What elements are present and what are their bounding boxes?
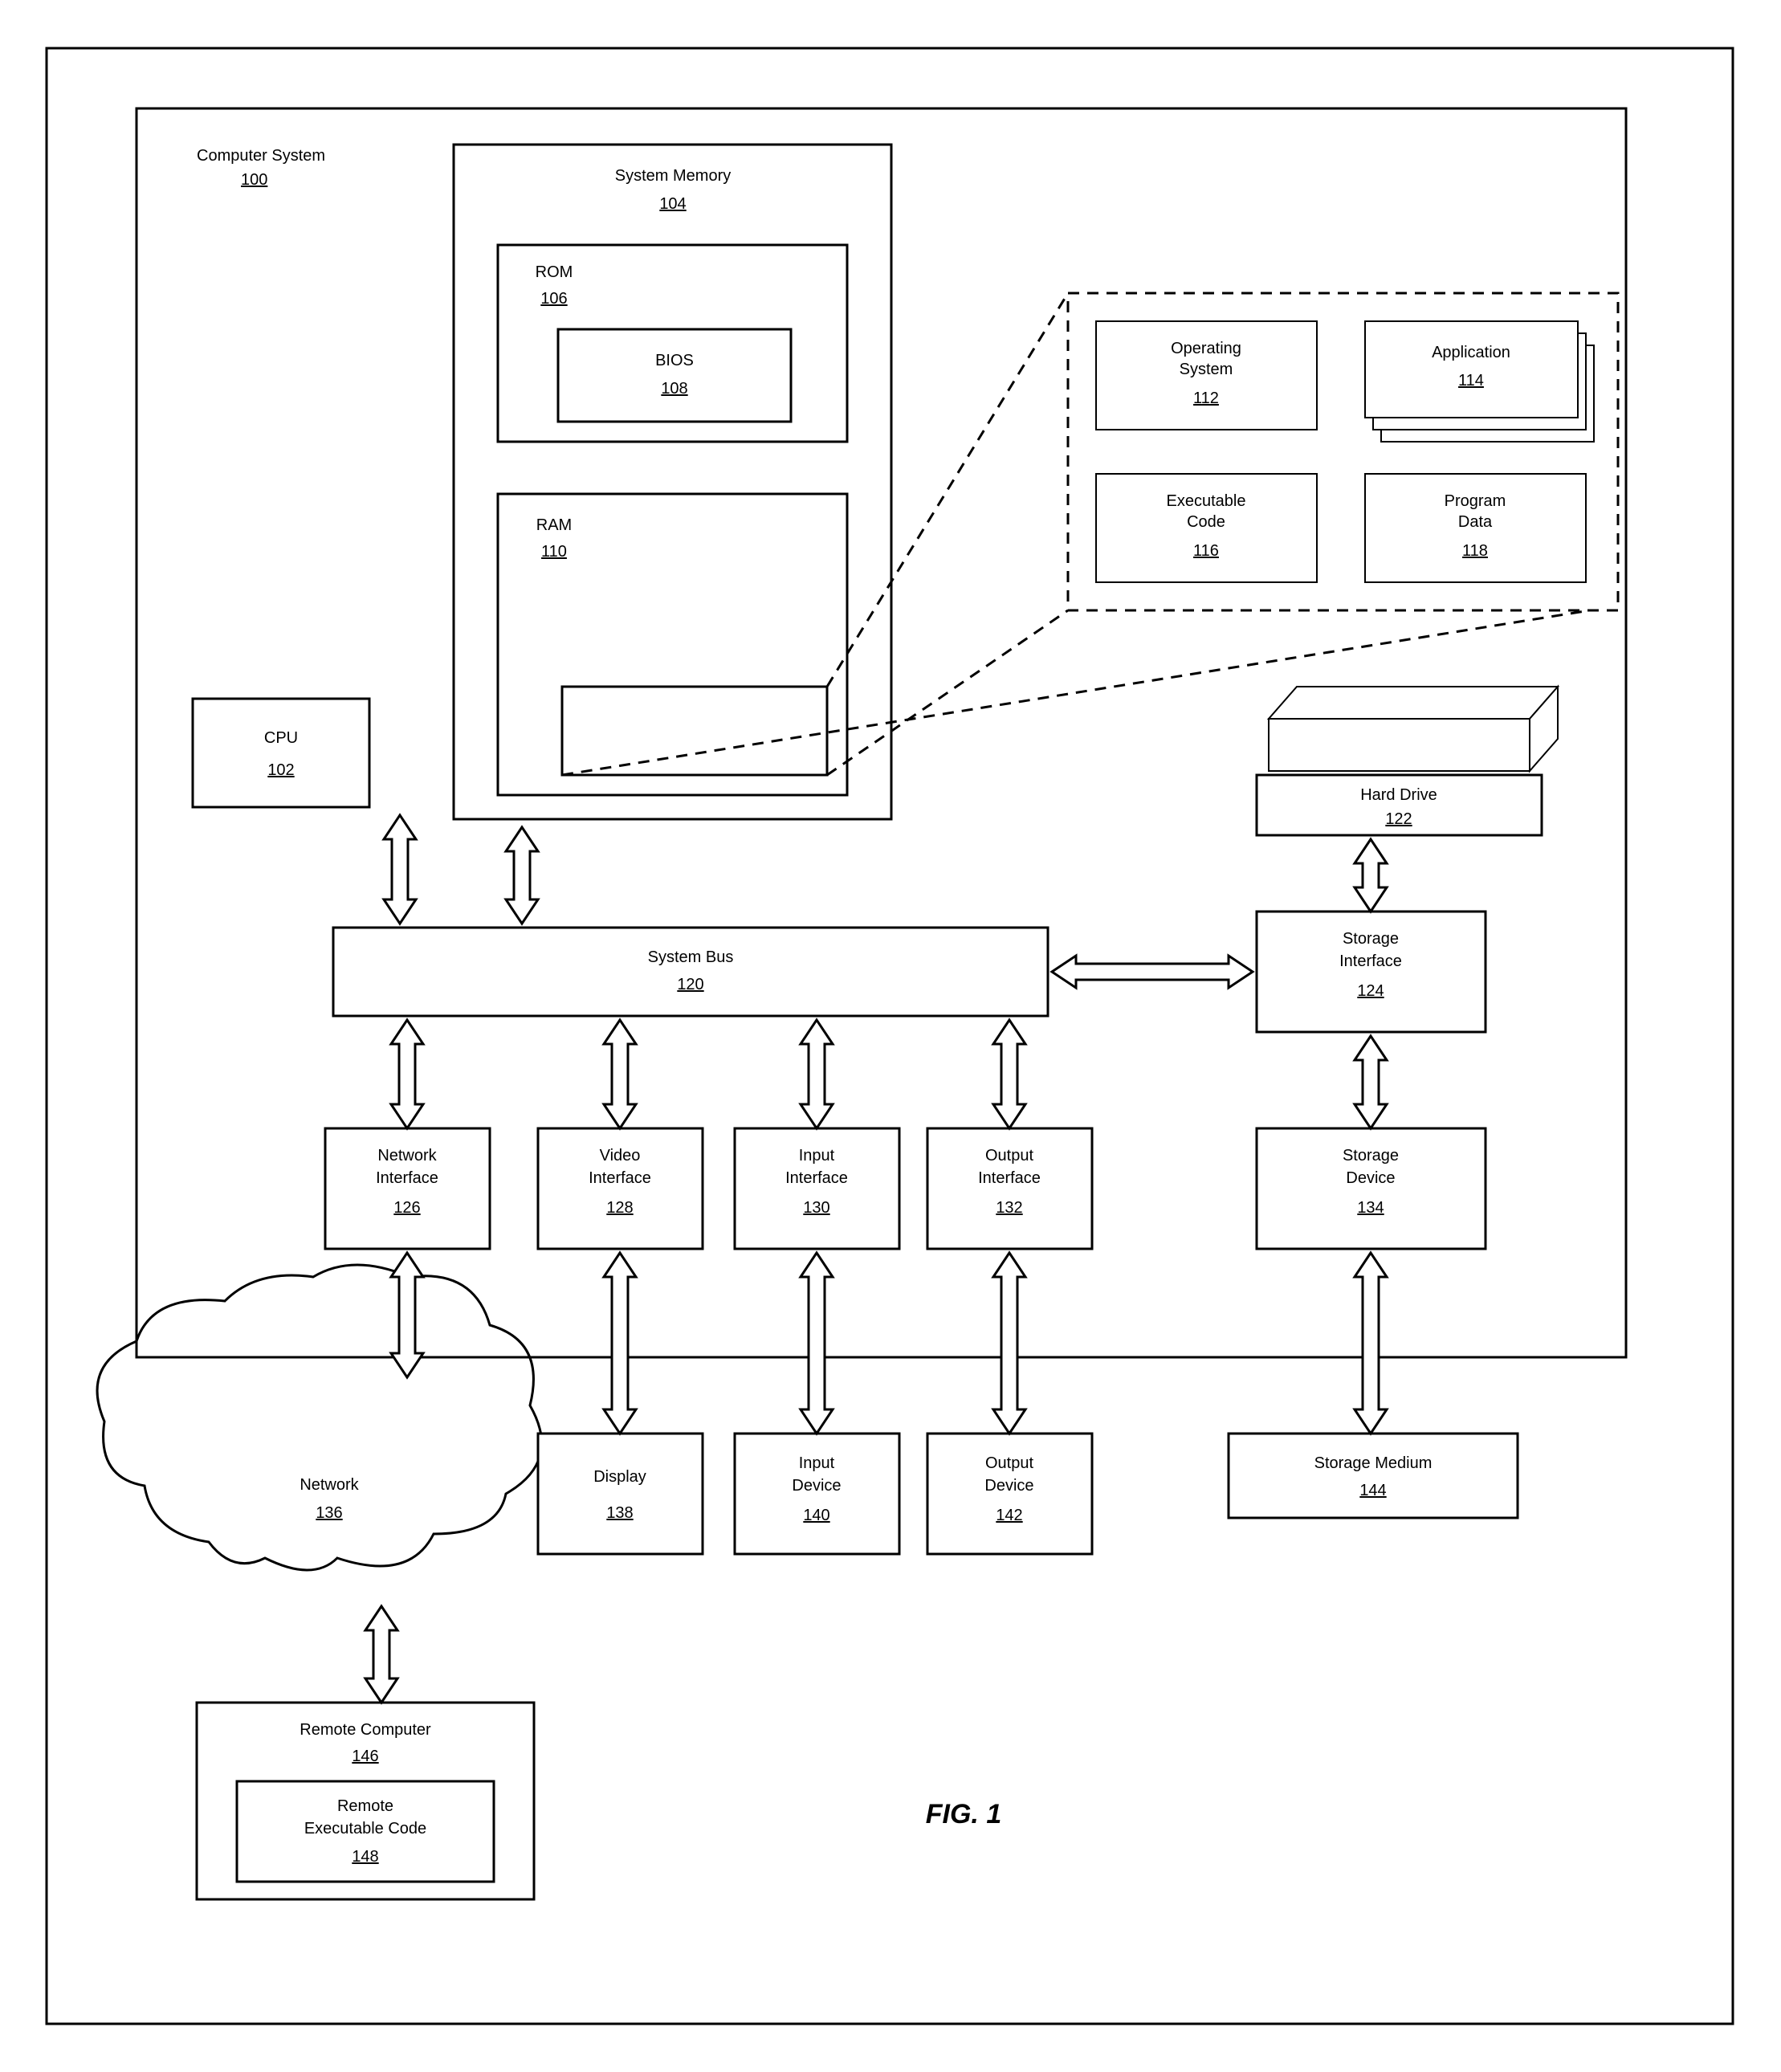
remote-computer-ref: 146 — [352, 1748, 378, 1765]
svg-text:Input: Input — [799, 1454, 835, 1472]
computer-system-ref: 100 — [241, 171, 267, 189]
svg-text:Interface: Interface — [589, 1169, 651, 1187]
system-memory-label: System Memory — [615, 167, 731, 185]
display-box — [538, 1434, 703, 1554]
display-label: Display — [593, 1468, 646, 1486]
operating-system-ref: 112 — [1193, 390, 1219, 407]
svg-text:Network: Network — [377, 1147, 437, 1164]
svg-text:Interface: Interface — [785, 1169, 848, 1187]
network-cloud-icon — [97, 1265, 542, 1570]
bios-label: BIOS — [655, 352, 694, 369]
program-data-label-1: Program — [1445, 492, 1506, 510]
program-data-ref: 118 — [1462, 542, 1488, 560]
svg-text:Executable Code: Executable Code — [304, 1820, 426, 1837]
storage-interface-label-2: Interface — [1339, 952, 1402, 970]
remote-computer-label: Remote Computer — [300, 1721, 431, 1739]
program-data-label-2: Data — [1458, 513, 1493, 531]
bios-ref: 108 — [661, 380, 687, 398]
svg-text:Input: Input — [799, 1147, 835, 1164]
rom-label: ROM — [536, 263, 573, 281]
system-bus-ref: 120 — [677, 976, 703, 993]
svg-text:Output: Output — [985, 1454, 1033, 1472]
application-ref: 114 — [1458, 372, 1484, 390]
cpu-box — [193, 699, 369, 807]
svg-text:Device: Device — [984, 1477, 1033, 1495]
svg-text:Interface: Interface — [978, 1169, 1041, 1187]
svg-text:Device: Device — [792, 1477, 841, 1495]
display-ref: 138 — [606, 1504, 633, 1522]
video-interface-ref: 128 — [606, 1199, 633, 1217]
svg-text:Interface: Interface — [376, 1169, 438, 1187]
figure-label: FIG. 1 — [926, 1799, 1001, 1829]
input-device-ref: 140 — [803, 1507, 829, 1524]
svg-text:Output: Output — [985, 1147, 1033, 1164]
network-interface-ref: 126 — [393, 1199, 420, 1217]
storage-interface-ref: 124 — [1357, 982, 1384, 1000]
ram-ref: 110 — [541, 543, 567, 561]
svg-text:Video: Video — [600, 1147, 641, 1164]
operating-system-label-2: System — [1180, 361, 1233, 378]
operating-system-label-1: Operating — [1171, 340, 1241, 357]
system-bus-label: System Bus — [648, 948, 734, 966]
application-box — [1365, 321, 1578, 418]
rom-ref: 106 — [540, 290, 567, 308]
cpu-ref: 102 — [267, 761, 294, 779]
input-interface-ref: 130 — [803, 1199, 829, 1217]
executable-code-label-2: Code — [1187, 513, 1225, 531]
hard-drive-label: Hard Drive — [1360, 786, 1437, 804]
computer-system-label: Computer System — [197, 147, 325, 165]
storage-device-ref: 134 — [1357, 1199, 1384, 1217]
svg-text:Remote: Remote — [337, 1797, 393, 1815]
storage-interface-label-1: Storage — [1343, 930, 1399, 948]
storage-medium-box — [1229, 1434, 1518, 1518]
output-device-ref: 142 — [996, 1507, 1022, 1524]
ram-inner-box — [562, 687, 827, 775]
network-label: Network — [300, 1476, 359, 1494]
diagram-canvas: Computer System 100 CPU 102 System Memor… — [0, 0, 1781, 2072]
system-bus-box — [333, 928, 1048, 1016]
executable-code-label-1: Executable — [1167, 492, 1246, 510]
bios-box — [558, 329, 791, 422]
system-memory-ref: 104 — [659, 195, 686, 213]
output-interface-ref: 132 — [996, 1199, 1022, 1217]
svg-text:Device: Device — [1346, 1169, 1395, 1187]
application-label: Application — [1432, 344, 1510, 361]
network-ref: 136 — [316, 1504, 342, 1522]
hard-drive-icon — [1269, 687, 1558, 771]
svg-text:Storage: Storage — [1343, 1147, 1399, 1164]
executable-code-ref: 116 — [1193, 542, 1219, 560]
storage-medium-label: Storage Medium — [1314, 1454, 1433, 1472]
remote-executable-code-ref: 148 — [352, 1848, 378, 1866]
cpu-label: CPU — [264, 729, 298, 747]
ram-label: RAM — [536, 516, 572, 534]
storage-medium-ref: 144 — [1359, 1482, 1386, 1499]
hard-drive-ref: 122 — [1385, 810, 1412, 828]
